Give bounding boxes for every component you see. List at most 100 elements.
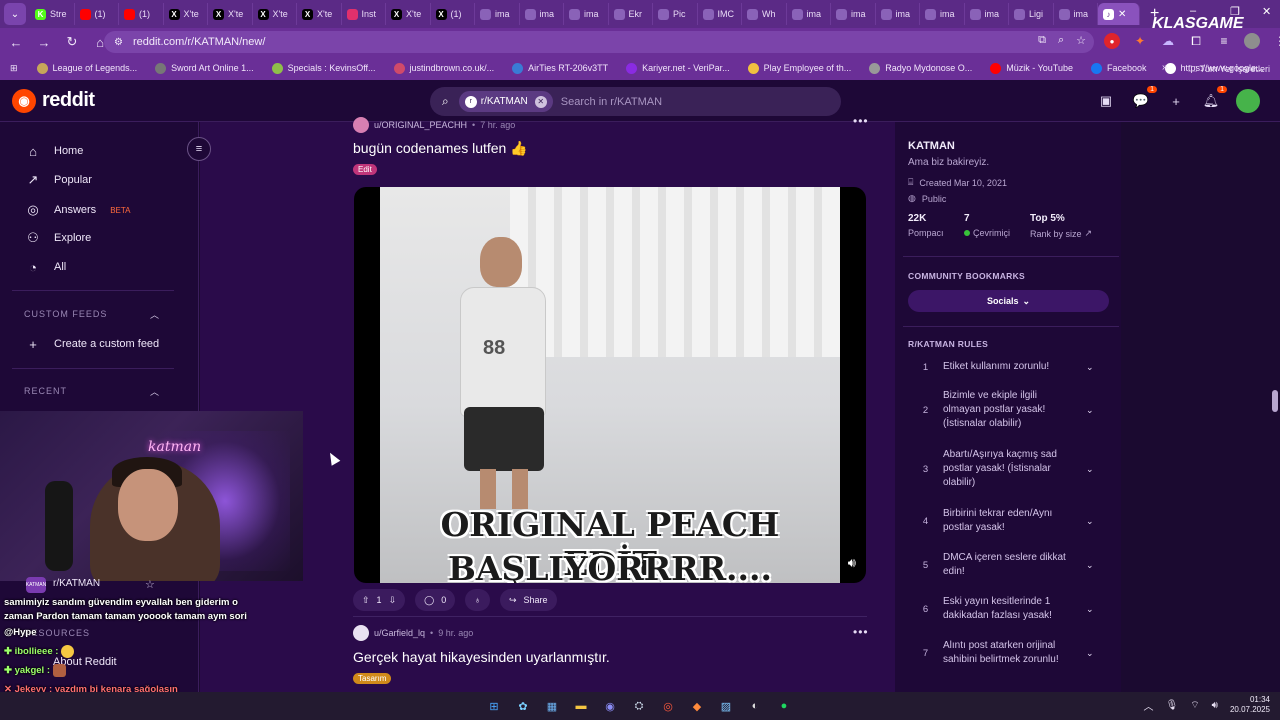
subreddit-search-chip[interactable]: r r/KATMAN ✕ <box>458 91 553 112</box>
custom-feeds-heading[interactable]: CUSTOM FEEDS <box>24 309 107 319</box>
search-input[interactable]: Search in r/KATMAN <box>561 96 662 108</box>
puzzle-extension-icon[interactable]: ⧠ <box>1188 33 1204 49</box>
address-bar[interactable]: ⚙ reddit.com/r/KATMAN/new/ ⧉ ⌕ ☆ <box>104 31 1094 53</box>
speaker-icon[interactable]: 🔊︎ <box>1212 700 1218 711</box>
browser-tab[interactable]: K Stre <box>30 3 75 25</box>
system-clock[interactable]: 01:34 20.07.2025 <box>1230 695 1270 715</box>
post-title[interactable]: Gerçek hayat hikayesinden uyarlanmıştır. <box>353 649 610 665</box>
rule-item[interactable]: 7 Alıntı post atarken orijinal sahibini b… <box>908 639 1108 667</box>
all-bookmarks-folder[interactable]: 🗀 Tüm Yer İşaretleri <box>1188 62 1270 78</box>
browser-tab[interactable]: ima <box>564 3 609 25</box>
recent-subreddit[interactable]: r/KATMAN <box>53 578 100 589</box>
browser-tab[interactable]: X X'te <box>253 3 297 25</box>
sidebar-item-answers[interactable]: ◎ Answers BETA <box>24 201 130 219</box>
post-video[interactable]: 88 ORIGINAL PEACH EDİT BAŞLIYORRRR.... 🔊… <box>354 187 866 583</box>
browser-tab[interactable]: Wh <box>742 3 787 25</box>
comments-button[interactable]: ◯ 0 <box>415 589 456 611</box>
bookmark-item[interactable]: justindbrown.co.uk/... <box>385 62 504 74</box>
browser-tab[interactable]: X X'te <box>386 3 431 25</box>
windows-start-icon[interactable]: ⊞ <box>484 696 504 716</box>
advertise-icon[interactable]: ▣ <box>1096 91 1116 111</box>
install-app-icon[interactable]: ⧉ <box>1038 34 1046 47</box>
chat-icon[interactable]: 💬 1 <box>1131 86 1157 111</box>
more-bookmarks-icon[interactable]: » <box>1162 62 1168 73</box>
store-icon[interactable]: ▦ <box>542 696 562 716</box>
close-tab-icon[interactable]: ✕ <box>1118 9 1126 20</box>
rule-item[interactable]: 6 Eski yayın kesitlerinde 1 dakikadan faz… <box>908 595 1108 623</box>
notifications-icon[interactable]: 🔔︎ 1 <box>1201 86 1227 111</box>
profile-avatar-icon[interactable] <box>1244 33 1260 49</box>
tray-overflow-icon[interactable]: ︿ <box>1144 698 1154 713</box>
share-button[interactable]: ↪ Share <box>499 589 557 611</box>
copilot-icon[interactable]: ✿ <box>513 696 533 716</box>
microphone-icon[interactable]: 🎙︎ <box>1166 700 1179 711</box>
bookmark-item[interactable]: Facebook <box>1082 62 1156 74</box>
maximize-icon[interactable]: ❐ <box>1230 5 1240 18</box>
bookmark-item[interactable]: Radyo Mydonose O... <box>860 62 981 74</box>
rank-link[interactable]: Rank by size ↗ <box>1030 228 1092 239</box>
browser-tab[interactable]: Pic <box>653 3 698 25</box>
sidebar-item-explore[interactable]: ⚇ Explore <box>24 229 91 247</box>
site-info-icon[interactable]: ⚙ <box>114 37 123 48</box>
sidebar-item-home[interactable]: ⌂ Home <box>24 142 83 160</box>
post-author[interactable]: u/ORIGINAL_PEACHH <box>374 120 467 130</box>
rule-item[interactable]: 4 Birbirini tekrar eden/Aynı postlar yasa… <box>908 507 1108 535</box>
browser-tab[interactable]: (1) <box>119 3 164 25</box>
volume-icon[interactable]: 🔊︎ <box>848 555 856 571</box>
author-avatar[interactable] <box>353 117 369 133</box>
author-avatar[interactable] <box>353 625 369 641</box>
zoom-icon[interactable]: ⌕ <box>1058 34 1064 47</box>
reload-icon[interactable]: ↻ <box>60 30 84 54</box>
adblock-extension-icon[interactable]: ● <box>1104 33 1120 49</box>
create-post-icon[interactable]: + <box>1166 91 1186 111</box>
browser-tab[interactable]: Ekr <box>609 3 653 25</box>
browser-tab[interactable]: ima <box>876 3 920 25</box>
browser-tab[interactable]: X X'te <box>297 3 342 25</box>
more-options-icon[interactable]: ••• <box>853 114 869 128</box>
chevron-down-icon[interactable]: ⌄ <box>1086 405 1094 416</box>
create-custom-feed[interactable]: + Create a custom feed <box>24 335 159 353</box>
scrollbar-thumb[interactable] <box>1272 390 1278 412</box>
browser-tab[interactable]: ima <box>475 3 520 25</box>
browser-tab[interactable]: IMC <box>698 3 742 25</box>
reading-list-icon[interactable]: ≡ <box>1216 33 1232 49</box>
apps-icon[interactable]: ⊞ <box>0 63 28 74</box>
recent-heading[interactable]: RECENT <box>24 386 67 396</box>
user-avatar[interactable] <box>1236 89 1260 113</box>
sidebar-collapse-button[interactable]: ≡ <box>187 137 211 161</box>
discord-icon[interactable]: ◉ <box>600 696 620 716</box>
photos-icon[interactable]: ▨ <box>716 696 736 716</box>
bookmark-item[interactable]: AirTies RT-206v3TT <box>503 62 617 74</box>
browser-tab[interactable]: Ligi <box>1009 3 1054 25</box>
favorite-star-icon[interactable]: ☆ <box>145 578 155 591</box>
chevron-down-icon[interactable]: ⌄ <box>1086 516 1094 527</box>
browser-tab[interactable]: ima <box>831 3 876 25</box>
post-flair[interactable]: Edit <box>353 164 377 175</box>
more-options-icon[interactable]: ••• <box>853 625 869 639</box>
chevron-down-icon[interactable]: ⌄ <box>1086 648 1094 659</box>
network-icon[interactable]: ⌔ <box>1190 699 1199 712</box>
sidebar-item-all[interactable]: ◔ All <box>24 258 66 276</box>
bookmark-item[interactable]: Specials : KevinsOff... <box>263 62 385 74</box>
obs-icon[interactable]: ◐ <box>745 696 765 716</box>
rule-item[interactable]: 3 Abartı/Aşırıya kaçmış sad postlar yasak… <box>908 448 1108 490</box>
sidebar-item-popular[interactable]: ↗ Popular <box>24 171 92 189</box>
browser-tab[interactable]: X X'te <box>164 3 208 25</box>
steam-icon[interactable]: ⛭ <box>629 696 649 716</box>
browser-tab[interactable]: ima <box>920 3 965 25</box>
browser-tab[interactable]: ima <box>965 3 1009 25</box>
bookmark-item[interactable]: League of Legends... <box>28 62 147 74</box>
chevron-down-icon[interactable]: ⌄ <box>1086 464 1094 475</box>
browser-menu-icon[interactable]: ⋮ <box>1272 33 1280 49</box>
browser-tab[interactable]: Inst <box>342 3 386 25</box>
reddit-logo[interactable]: ◉ reddit <box>12 88 95 113</box>
chrome-icon[interactable]: ◎ <box>658 696 678 716</box>
browser-tab[interactable]: ima <box>520 3 564 25</box>
bookmark-item[interactable]: Play Employee of th... <box>739 62 861 74</box>
post-title[interactable]: bugün codenames lutfen 👍 <box>353 140 528 157</box>
chevron-up-icon[interactable]: ︿ <box>150 308 159 321</box>
chevron-down-icon[interactable]: ⌄ <box>1086 362 1094 373</box>
back-icon[interactable]: ← <box>4 30 28 54</box>
chevron-down-icon[interactable]: ⌄ <box>1086 604 1094 615</box>
active-browser-tab[interactable]: ♪ ✕ <box>1098 3 1140 25</box>
